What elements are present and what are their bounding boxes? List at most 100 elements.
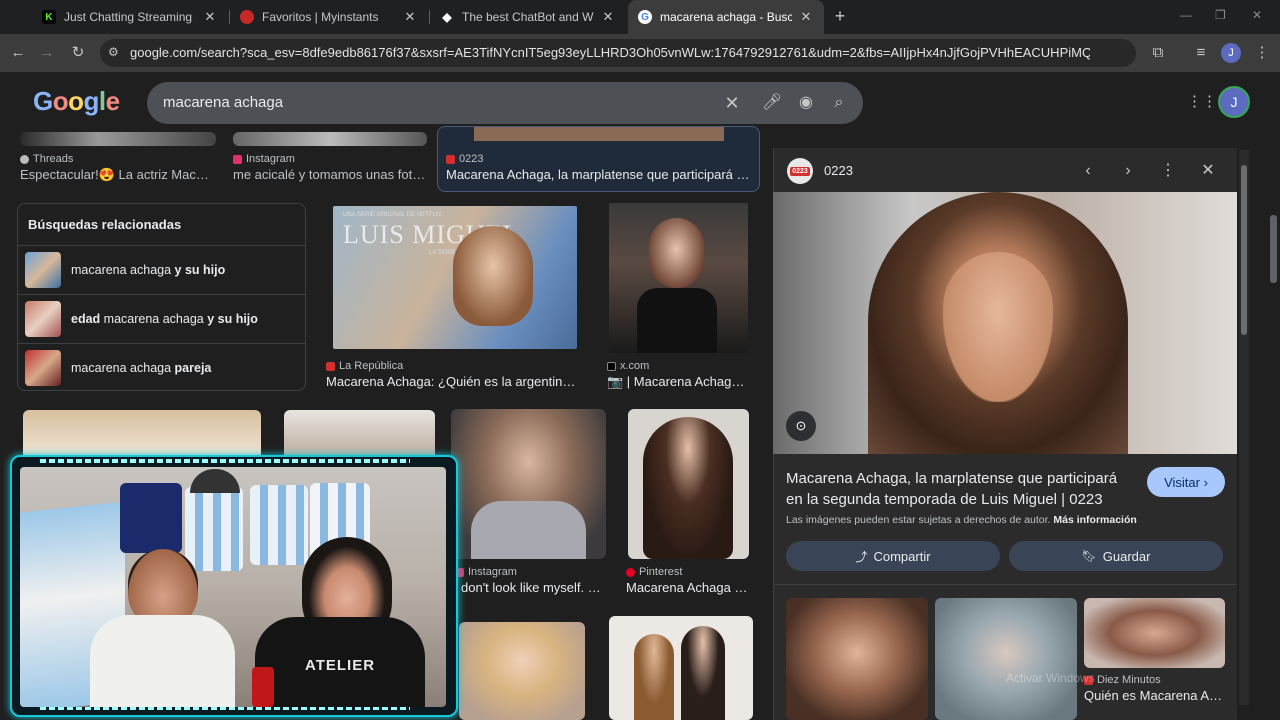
close-icon[interactable]: ✕ (600, 9, 616, 25)
lens-icon[interactable]: ◉ (795, 92, 817, 114)
minimize-icon[interactable]: — (1180, 8, 1192, 22)
related-thumbnail (25, 252, 61, 288)
result-image[interactable] (451, 409, 606, 559)
related-item-text: macarena achaga y su hijo (71, 263, 226, 277)
frame-decoration (40, 459, 410, 463)
myinstants-icon (240, 10, 254, 24)
clear-icon[interactable]: ✕ (721, 92, 743, 114)
bookmark-icon: 🔖︎ (1081, 549, 1097, 563)
related-thumbnail (25, 301, 61, 337)
tab-title: Favoritos | Myinstants (262, 10, 379, 24)
streamelements-icon: ◆ (442, 10, 452, 24)
tab-myinstants[interactable]: Favoritos | Myinstants ✕ (230, 0, 428, 34)
panel-title[interactable]: Macarena Achaga, la marplatense que part… (786, 468, 1136, 510)
related-image[interactable] (1084, 598, 1225, 668)
result-image[interactable]: UNA SERIE ORIGINAL DE NETFLIX LUIS MIGUE… (333, 206, 577, 349)
la-republica-icon (326, 361, 335, 371)
panel-source-name[interactable]: 0223 (824, 163, 853, 178)
result-image[interactable] (609, 616, 753, 720)
result-image[interactable] (233, 132, 427, 146)
panel-divider (773, 584, 1237, 585)
profile-avatar[interactable]: J (1221, 43, 1241, 63)
instagram-icon (233, 154, 242, 164)
related-image[interactable] (786, 598, 928, 720)
related-item[interactable]: macarena achaga y su hijo (18, 245, 305, 294)
visit-button[interactable]: Visitar › (1147, 467, 1225, 497)
result-title[interactable]: Macarena Achaga, la marplatense que part… (446, 167, 750, 182)
result-source: Instagram (455, 566, 517, 578)
related-image[interactable] (935, 598, 1077, 720)
panel-scroll-thumb[interactable] (1241, 165, 1247, 335)
result-title[interactable]: Macarena Achaga - ... (626, 580, 750, 595)
result-source: 0223 (446, 153, 483, 165)
result-source: Threads (20, 153, 73, 165)
related-item-text: edad macarena achaga y su hijo (71, 312, 258, 326)
result-image[interactable] (23, 410, 261, 460)
next-icon[interactable]: › (1117, 160, 1139, 182)
result-image[interactable] (284, 410, 435, 460)
share-button[interactable]: ⤴ Compartir (786, 541, 1000, 571)
page-scroll-thumb[interactable] (1270, 215, 1277, 283)
pinterest-icon (626, 567, 635, 577)
tab-title: The best ChatBot and Widgets (462, 10, 594, 24)
result-source: x.com (607, 360, 649, 372)
shirt-text: ATELIER (305, 657, 376, 674)
extensions-icon[interactable]: ⧉ (1147, 42, 1169, 64)
tab-google-search[interactable]: G macarena achaga - Buscar con G ✕ (628, 0, 824, 34)
result-title[interactable]: Quién es Macarena Ac... (1084, 688, 1224, 703)
result-title[interactable]: Espectacular!😍 La actriz Macar... (20, 167, 215, 183)
kick-icon: K (42, 10, 56, 24)
result-title[interactable]: 📷 | Macarena Achaga e... (607, 374, 750, 390)
close-icon[interactable]: ✕ (798, 9, 814, 25)
address-bar[interactable]: ⚙ google.com/search?sca_esv=8dfe9edb8617… (100, 39, 1136, 67)
tab-title: macarena achaga - Buscar con G (660, 10, 792, 24)
tab-streamelements[interactable]: ◆ The best ChatBot and Widgets ✕ (430, 0, 626, 34)
search-icon[interactable]: ⌕ (828, 92, 850, 114)
save-button[interactable]: 🔖︎ Guardar (1009, 541, 1223, 571)
related-item[interactable]: edad macarena achaga y su hijo (18, 294, 305, 343)
result-image[interactable] (628, 409, 749, 559)
page-scrollbar[interactable] (1268, 76, 1280, 720)
result-image[interactable] (20, 132, 216, 146)
result-source: La República (326, 360, 403, 372)
result-image[interactable] (609, 203, 748, 353)
close-panel-icon[interactable]: ✕ (1197, 160, 1219, 182)
result-title[interactable]: don't look like myself. C... (461, 580, 606, 595)
search-box[interactable]: macarena achaga ✕ 🎤︎ ◉ ⌕ (147, 82, 863, 124)
lens-search-icon[interactable]: ⊙ (786, 411, 816, 441)
search-input[interactable]: macarena achaga (163, 94, 283, 111)
apps-grid-icon[interactable]: ⋮⋮ (1187, 92, 1217, 112)
previous-icon[interactable]: ‹ (1077, 160, 1099, 182)
restore-icon[interactable]: ❐ (1215, 8, 1226, 22)
related-item-text: macarena achaga pareja (71, 361, 212, 375)
google-logo[interactable]: Google (33, 86, 120, 117)
more-options-icon[interactable]: ⋮ (1157, 160, 1179, 182)
result-title[interactable]: Macarena Achaga: ¿Quién es la argentina … (326, 374, 581, 389)
result-title[interactable]: me acicalé y tomamos unas fotic... (233, 167, 428, 182)
back-icon[interactable]: ← (7, 42, 29, 64)
forward-icon[interactable]: → (36, 42, 58, 64)
site-info-icon[interactable]: ⚙ (108, 45, 119, 59)
close-icon[interactable]: ✕ (202, 9, 218, 25)
selected-result-card[interactable] (437, 126, 760, 192)
voice-search-icon[interactable]: 🎤︎ (761, 92, 783, 114)
close-icon[interactable]: ✕ (402, 9, 418, 25)
related-item[interactable]: macarena achaga pareja (18, 343, 305, 392)
threads-icon (20, 154, 29, 164)
more-info-link[interactable]: Más información (1053, 514, 1136, 526)
account-avatar[interactable]: J (1218, 86, 1250, 118)
reload-icon[interactable]: ↻ (67, 42, 89, 64)
window-close-icon[interactable]: ✕ (1252, 8, 1262, 22)
related-searches: Búsquedas relacionadas macarena achaga y… (17, 203, 306, 391)
x-icon (607, 361, 616, 371)
related-thumbnail (25, 350, 61, 386)
result-image[interactable] (459, 622, 585, 720)
copyright-notice: Las imágenes pueden estar sujetas a dere… (786, 514, 1137, 526)
tab-kick[interactable]: K Just Chatting Streaming - Live S ✕ (32, 0, 228, 34)
menu-kebab-icon[interactable]: ⋮ (1251, 42, 1273, 64)
new-tab-button[interactable]: + (830, 6, 850, 26)
url-text[interactable]: google.com/search?sca_esv=8dfe9edb86176f… (130, 45, 1090, 60)
preview-image[interactable] (773, 192, 1237, 454)
media-controls-icon[interactable]: ≡ (1190, 42, 1212, 64)
result-source: Pinterest (626, 566, 682, 578)
